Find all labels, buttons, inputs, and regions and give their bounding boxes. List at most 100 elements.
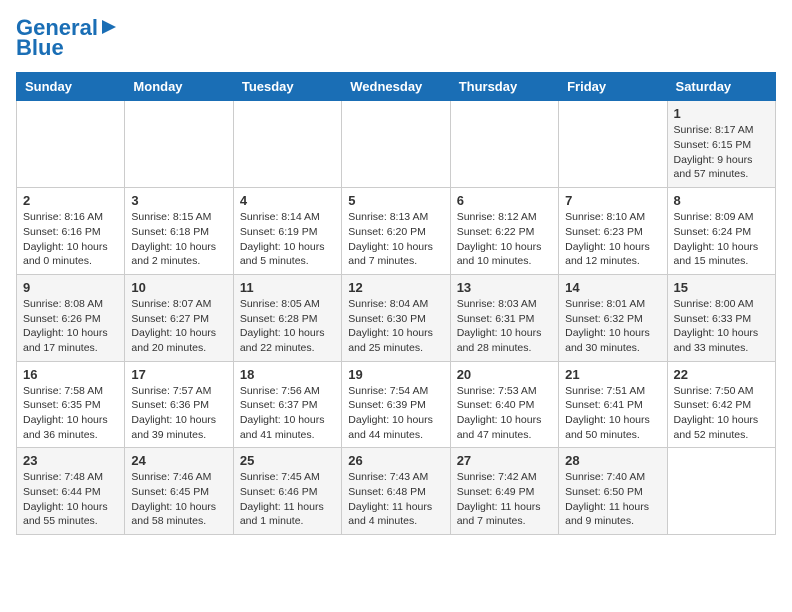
day-content: Sunrise: 8:15 AM Sunset: 6:18 PM Dayligh… [131,210,226,269]
day-content: Sunrise: 8:08 AM Sunset: 6:26 PM Dayligh… [23,297,118,356]
day-content: Sunrise: 8:10 AM Sunset: 6:23 PM Dayligh… [565,210,660,269]
calendar-cell: 2 Sunrise: 8:16 AM Sunset: 6:16 PM Daylig… [17,188,125,275]
calendar-cell: 3 Sunrise: 8:15 AM Sunset: 6:18 PM Daylig… [125,188,233,275]
day-number: 9 [23,280,118,295]
calendar-cell [125,101,233,188]
day-content: Sunrise: 7:48 AM Sunset: 6:44 PM Dayligh… [23,470,118,529]
calendar-cell: 16 Sunrise: 7:58 AM Sunset: 6:35 PM Dayli… [17,361,125,448]
calendar-cell [667,448,775,535]
day-content: Sunrise: 7:58 AM Sunset: 6:35 PM Dayligh… [23,384,118,443]
day-number: 10 [131,280,226,295]
day-number: 16 [23,367,118,382]
calendar-cell: 21 Sunrise: 7:51 AM Sunset: 6:41 PM Dayli… [559,361,667,448]
calendar-cell: 28 Sunrise: 7:40 AM Sunset: 6:50 PM Dayli… [559,448,667,535]
logo-blue-text: Blue [16,36,64,60]
day-number: 17 [131,367,226,382]
day-number: 23 [23,453,118,468]
calendar-cell: 25 Sunrise: 7:45 AM Sunset: 6:46 PM Dayli… [233,448,341,535]
day-header-sunday: Sunday [17,73,125,101]
calendar-cell: 9 Sunrise: 8:08 AM Sunset: 6:26 PM Daylig… [17,274,125,361]
day-content: Sunrise: 8:07 AM Sunset: 6:27 PM Dayligh… [131,297,226,356]
day-number: 27 [457,453,552,468]
day-number: 1 [674,106,769,121]
day-content: Sunrise: 8:04 AM Sunset: 6:30 PM Dayligh… [348,297,443,356]
day-content: Sunrise: 7:46 AM Sunset: 6:45 PM Dayligh… [131,470,226,529]
day-content: Sunrise: 7:43 AM Sunset: 6:48 PM Dayligh… [348,470,443,529]
calendar-header-row: SundayMondayTuesdayWednesdayThursdayFrid… [17,73,776,101]
day-number: 19 [348,367,443,382]
logo: General Blue [16,16,118,60]
day-number: 18 [240,367,335,382]
day-number: 3 [131,193,226,208]
day-content: Sunrise: 7:54 AM Sunset: 6:39 PM Dayligh… [348,384,443,443]
day-header-tuesday: Tuesday [233,73,341,101]
calendar-cell [17,101,125,188]
day-number: 28 [565,453,660,468]
calendar-cell: 23 Sunrise: 7:48 AM Sunset: 6:44 PM Dayli… [17,448,125,535]
calendar-week-5: 23 Sunrise: 7:48 AM Sunset: 6:44 PM Dayli… [17,448,776,535]
day-content: Sunrise: 7:40 AM Sunset: 6:50 PM Dayligh… [565,470,660,529]
day-content: Sunrise: 7:57 AM Sunset: 6:36 PM Dayligh… [131,384,226,443]
day-header-thursday: Thursday [450,73,558,101]
day-number: 13 [457,280,552,295]
day-content: Sunrise: 8:05 AM Sunset: 6:28 PM Dayligh… [240,297,335,356]
day-number: 21 [565,367,660,382]
day-number: 25 [240,453,335,468]
calendar-cell: 11 Sunrise: 8:05 AM Sunset: 6:28 PM Dayli… [233,274,341,361]
day-content: Sunrise: 8:03 AM Sunset: 6:31 PM Dayligh… [457,297,552,356]
calendar-cell: 19 Sunrise: 7:54 AM Sunset: 6:39 PM Dayli… [342,361,450,448]
calendar-cell: 13 Sunrise: 8:03 AM Sunset: 6:31 PM Dayli… [450,274,558,361]
calendar-cell [450,101,558,188]
day-content: Sunrise: 8:16 AM Sunset: 6:16 PM Dayligh… [23,210,118,269]
calendar-cell [233,101,341,188]
day-content: Sunrise: 7:42 AM Sunset: 6:49 PM Dayligh… [457,470,552,529]
calendar-cell: 8 Sunrise: 8:09 AM Sunset: 6:24 PM Daylig… [667,188,775,275]
day-content: Sunrise: 8:13 AM Sunset: 6:20 PM Dayligh… [348,210,443,269]
calendar-cell [342,101,450,188]
logo-arrow-icon [100,18,118,36]
day-content: Sunrise: 7:45 AM Sunset: 6:46 PM Dayligh… [240,470,335,529]
calendar-cell: 20 Sunrise: 7:53 AM Sunset: 6:40 PM Dayli… [450,361,558,448]
day-content: Sunrise: 8:09 AM Sunset: 6:24 PM Dayligh… [674,210,769,269]
page-header: General Blue [16,16,776,60]
day-content: Sunrise: 7:50 AM Sunset: 6:42 PM Dayligh… [674,384,769,443]
day-number: 4 [240,193,335,208]
day-number: 2 [23,193,118,208]
day-number: 5 [348,193,443,208]
calendar-cell: 22 Sunrise: 7:50 AM Sunset: 6:42 PM Dayli… [667,361,775,448]
calendar-cell: 14Sunrise: 8:01 AM Sunset: 6:32 PM Dayli… [559,274,667,361]
calendar-table: SundayMondayTuesdayWednesdayThursdayFrid… [16,72,776,535]
calendar-cell: 6Sunrise: 8:12 AM Sunset: 6:22 PM Daylig… [450,188,558,275]
day-header-monday: Monday [125,73,233,101]
day-content: Sunrise: 7:51 AM Sunset: 6:41 PM Dayligh… [565,384,660,443]
calendar-cell: 27 Sunrise: 7:42 AM Sunset: 6:49 PM Dayli… [450,448,558,535]
calendar-cell: 18 Sunrise: 7:56 AM Sunset: 6:37 PM Dayli… [233,361,341,448]
day-number: 20 [457,367,552,382]
day-content: Sunrise: 8:17 AM Sunset: 6:15 PM Dayligh… [674,123,769,182]
calendar-cell: 24 Sunrise: 7:46 AM Sunset: 6:45 PM Dayli… [125,448,233,535]
day-number: 24 [131,453,226,468]
day-number: 6 [457,193,552,208]
day-number: 7 [565,193,660,208]
day-number: 14 [565,280,660,295]
day-content: Sunrise: 7:56 AM Sunset: 6:37 PM Dayligh… [240,384,335,443]
calendar-week-2: 2 Sunrise: 8:16 AM Sunset: 6:16 PM Daylig… [17,188,776,275]
day-header-wednesday: Wednesday [342,73,450,101]
day-number: 26 [348,453,443,468]
day-number: 11 [240,280,335,295]
day-header-saturday: Saturday [667,73,775,101]
calendar-cell: 7 Sunrise: 8:10 AM Sunset: 6:23 PM Daylig… [559,188,667,275]
calendar-cell [559,101,667,188]
calendar-cell: 4 Sunrise: 8:14 AM Sunset: 6:19 PM Daylig… [233,188,341,275]
day-number: 8 [674,193,769,208]
calendar-week-3: 9 Sunrise: 8:08 AM Sunset: 6:26 PM Daylig… [17,274,776,361]
day-content: Sunrise: 7:53 AM Sunset: 6:40 PM Dayligh… [457,384,552,443]
day-number: 12 [348,280,443,295]
day-content: Sunrise: 8:14 AM Sunset: 6:19 PM Dayligh… [240,210,335,269]
calendar-cell: 26 Sunrise: 7:43 AM Sunset: 6:48 PM Dayli… [342,448,450,535]
calendar-cell: 15Sunrise: 8:00 AM Sunset: 6:33 PM Dayli… [667,274,775,361]
calendar-cell: 1 Sunrise: 8:17 AM Sunset: 6:15 PM Daylig… [667,101,775,188]
day-header-friday: Friday [559,73,667,101]
day-number: 22 [674,367,769,382]
calendar-cell: 17 Sunrise: 7:57 AM Sunset: 6:36 PM Dayli… [125,361,233,448]
